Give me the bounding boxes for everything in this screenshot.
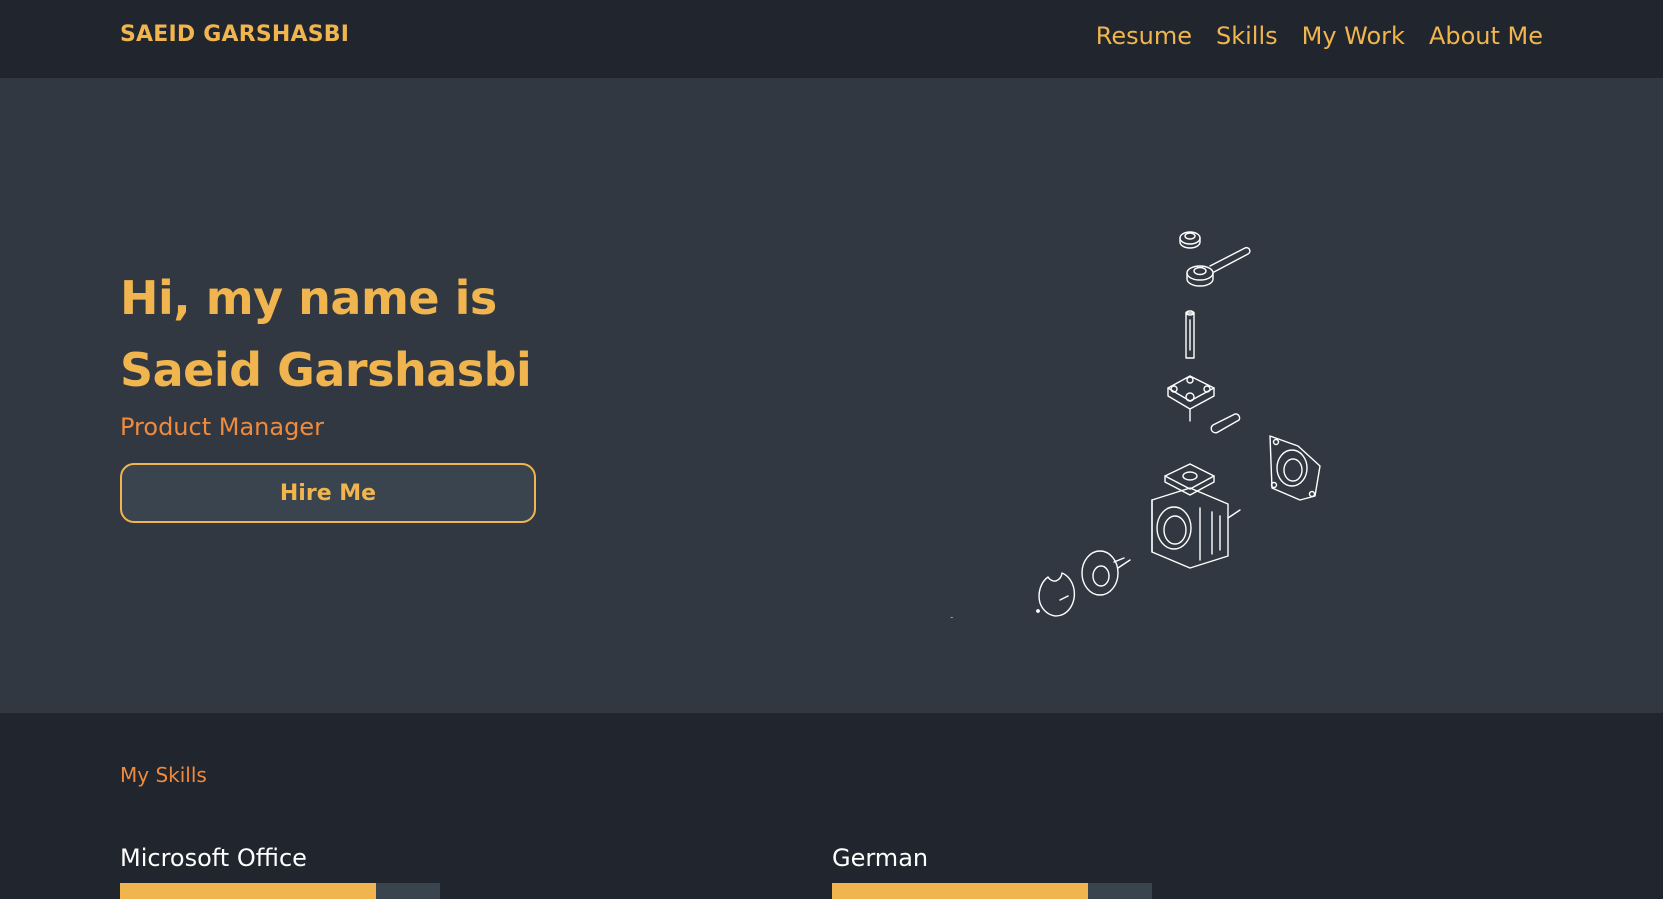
skill-item-german: German (832, 843, 1152, 899)
hero-role: Product Manager (120, 413, 324, 441)
hero-section: Hi, my name is Saeid Garshasbi Product M… (0, 78, 1663, 713)
valve-right-cap-part (1269, 435, 1321, 501)
skill-item-microsoft-office: Microsoft Office (120, 843, 440, 899)
valve-top-flange-part (1167, 375, 1215, 422)
valve-stem-part (1185, 310, 1195, 359)
skill-progress-track (120, 883, 440, 899)
valve-seat-ring-part (1081, 550, 1131, 596)
valve-body-part (1151, 463, 1241, 569)
skills-heading: My Skills (120, 763, 207, 787)
valve-handle-part (1186, 246, 1251, 287)
hero-title: Hi, my name is Saeid Garshasbi (120, 262, 600, 406)
hero-title-line-2: Saeid Garshasbi (120, 343, 532, 397)
nav-link-resume[interactable]: Resume (1096, 20, 1192, 52)
skill-name: Microsoft Office (120, 844, 307, 872)
nav-link-skills[interactable]: Skills (1216, 20, 1278, 52)
exploded-valve-illustration (949, 231, 1321, 618)
hire-me-button[interactable]: Hire Me (120, 463, 536, 523)
top-navbar: SAEID GARSHASBI Resume Skills My Work Ab… (0, 0, 1663, 78)
nav-link-my-work[interactable]: My Work (1302, 20, 1405, 52)
skill-progress-fill (120, 883, 376, 899)
nav-links: Resume Skills My Work About Me (1096, 20, 1543, 52)
valve-nut-part (1179, 231, 1201, 249)
valve-key-part (1210, 413, 1241, 434)
skill-name: German (832, 844, 929, 872)
hero-title-line-1: Hi, my name is (120, 271, 497, 325)
skill-progress-fill (832, 883, 1088, 899)
brand-logo-link[interactable]: SAEID GARSHASBI (120, 22, 349, 47)
valve-ball-part (1036, 572, 1076, 617)
skills-section: My Skills Microsoft Office German (0, 713, 1663, 899)
nav-link-about-me[interactable]: About Me (1429, 20, 1543, 52)
skill-progress-track (832, 883, 1152, 899)
